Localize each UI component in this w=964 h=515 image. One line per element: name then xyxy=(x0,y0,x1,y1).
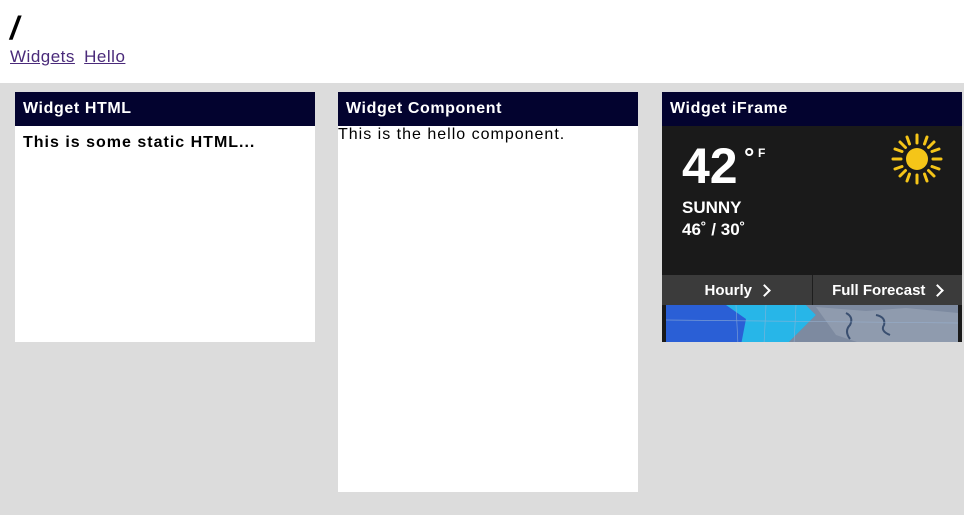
nav-links: Widgets Hello xyxy=(10,47,129,67)
page-title: / xyxy=(10,10,19,46)
nav-link-widgets[interactable]: Widgets xyxy=(10,47,75,66)
widget-iframe-title: Widget iFrame xyxy=(662,92,962,126)
hourly-label: Hourly xyxy=(704,281,752,299)
widgets-area: Widget HTML This is some static HTML... … xyxy=(0,83,964,515)
hourly-button[interactable]: Hourly xyxy=(662,275,812,305)
sun-icon xyxy=(891,133,943,185)
static-html-text: This is some static HTML... xyxy=(23,134,256,151)
widget-component-body: This is the hello component. xyxy=(338,126,638,492)
page-header: / Widgets Hello xyxy=(0,0,964,83)
widget-component: Widget Component This is the hello compo… xyxy=(338,92,638,492)
widget-iframe: Widget iFrame 42 ° F SUNNY 46˚ / 30˚ Hou… xyxy=(662,92,962,342)
weather-high-low: 46˚ / 30˚ xyxy=(682,220,746,239)
weather-action-bar: Hourly Full Forecast xyxy=(662,275,962,305)
chevron-right-icon xyxy=(758,283,771,297)
weather-degree-symbol: ° xyxy=(744,142,755,172)
weather-iframe[interactable]: 42 ° F SUNNY 46˚ / 30˚ Hourly Full Forec… xyxy=(662,126,962,342)
weather-temperature: 42 xyxy=(682,138,738,194)
chevron-right-icon xyxy=(931,283,945,297)
hello-component-text: This is the hello component. xyxy=(338,126,566,143)
widget-html-body: This is some static HTML... xyxy=(15,126,315,342)
full-forecast-label: Full Forecast xyxy=(832,281,926,299)
widget-html-title: Widget HTML xyxy=(15,92,315,126)
weather-map-image[interactable] xyxy=(666,305,958,342)
weather-unit: F xyxy=(758,146,766,160)
widget-html: Widget HTML This is some static HTML... xyxy=(15,92,315,342)
nav-link-hello[interactable]: Hello xyxy=(84,47,125,66)
weather-condition: SUNNY xyxy=(682,198,742,217)
full-forecast-button[interactable]: Full Forecast xyxy=(811,275,963,305)
widget-component-title: Widget Component xyxy=(338,92,638,126)
